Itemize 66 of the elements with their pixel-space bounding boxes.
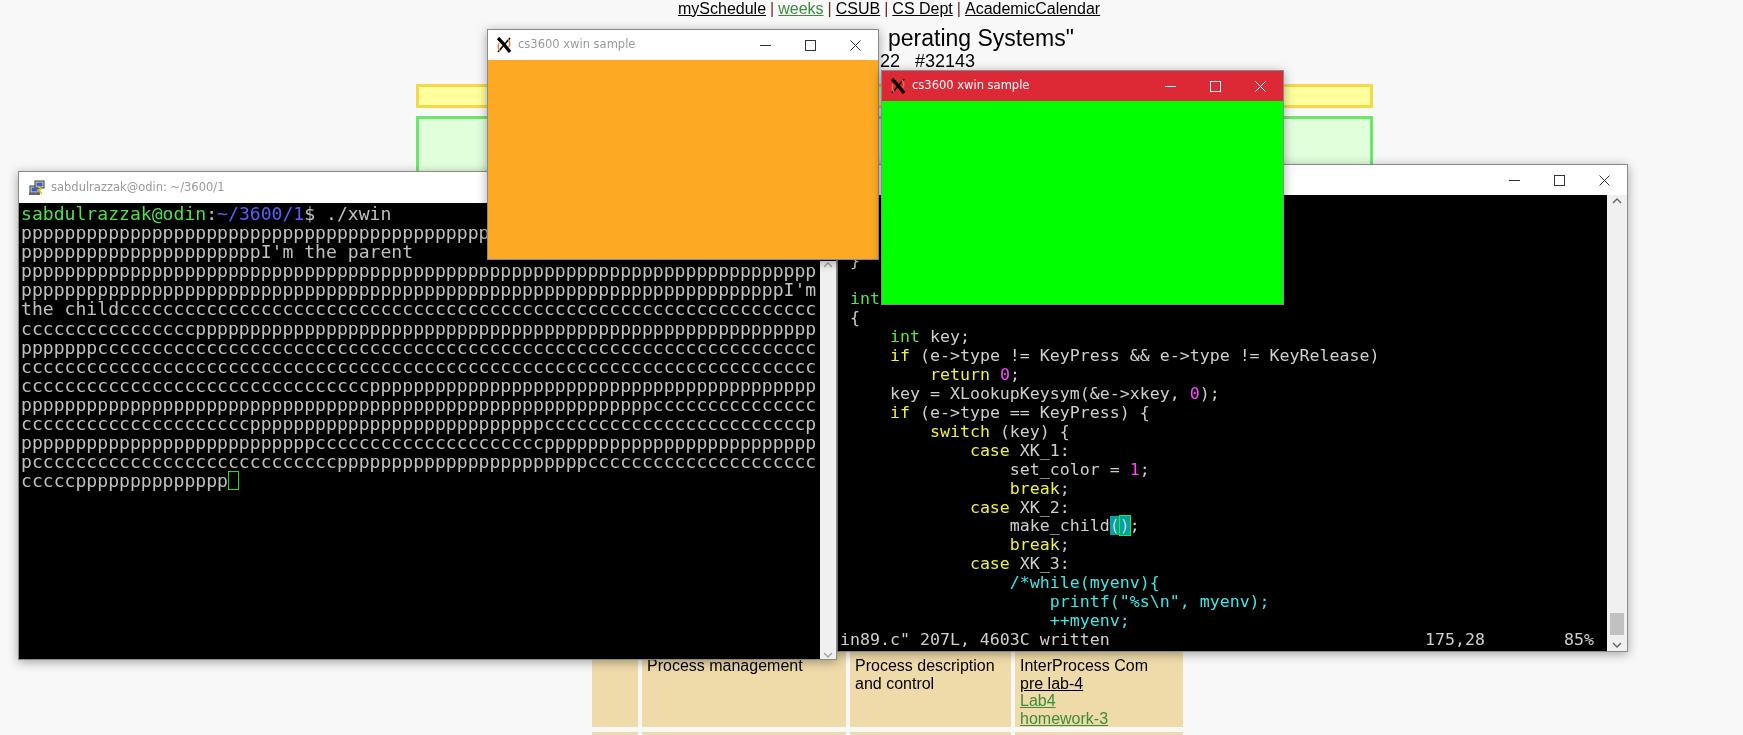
x-logo-icon xyxy=(495,36,512,54)
chevron-up-icon xyxy=(1612,197,1622,205)
terminal-line: the childcccccccccccccccccccccccccccccccccccccccccccccccccccccccccccccccc xyxy=(21,299,817,319)
nav-separator: | xyxy=(884,0,889,18)
x-logo-icon xyxy=(889,77,906,95)
nav-link[interactable]: mySchedule xyxy=(678,0,767,18)
maximize-icon xyxy=(805,39,816,51)
terminal-line: pppppppppppppppppppppppppppcccccccccccccccccccccppppppppppppppppppppppppp xyxy=(21,433,817,453)
monitor-icon xyxy=(29,179,45,196)
code-line: break; xyxy=(1009,479,1070,499)
terminal-line: ppppppppppppppppppppppppppppppppppppppppppp xyxy=(21,223,490,243)
code-line: case XK_1: xyxy=(969,441,1070,461)
nav-separator: | xyxy=(827,0,832,18)
terminal-line: ppppppppppppppppppppppppppppppppppppppppppppppppppppppppppppppppppppppppp xyxy=(21,261,817,281)
code-line: if (e->type != KeyPress && e->type != KeyRelease) xyxy=(889,347,1380,366)
cell-text: and control xyxy=(855,674,936,692)
cell-text: InterProcess Com xyxy=(1020,657,1150,675)
window-title: sabdulrazzak@odin: ~/3600/1 xyxy=(51,178,225,196)
terminal-line: ppppppppppppppppppppppI'm the parent xyxy=(21,242,414,262)
course-info: 22 #32143 xyxy=(880,51,976,71)
maximize-icon xyxy=(1210,80,1221,92)
nav-link[interactable]: CS Dept xyxy=(892,0,953,18)
chevron-down-icon xyxy=(1612,641,1622,649)
cell-link[interactable]: pre lab-4 xyxy=(1020,674,1084,692)
terminal-line: ccccccccccccccccppppppppppppppppppppppppppppppppppppppppppppppppppppppppp xyxy=(21,318,817,338)
cell-text: Process description xyxy=(855,657,996,675)
code-line: break; xyxy=(1009,536,1070,556)
terminal-line: ccccccccccccccccccccccccccccccccppppppppppppppppppppppppppppppppppppppppp xyxy=(21,375,817,395)
window-title: cs3600 xwin sample xyxy=(518,36,636,54)
terminal-line: sabdulrazzak@odin:~/3600/1$ ./xwin xyxy=(21,204,392,224)
close-icon xyxy=(1255,80,1266,92)
code-line: int key; xyxy=(889,328,970,347)
chevron-down-icon xyxy=(823,651,833,659)
maximize-icon xyxy=(1554,174,1565,186)
terminal-line: ppppppppppppppppppppppppppppppppppppppppppppppppppppppppppppppppppppppI'm xyxy=(21,280,817,300)
code-line: ++myenv; xyxy=(1049,612,1130,632)
cursor-position: 175,28 xyxy=(1425,630,1485,650)
code-line: make_child(); xyxy=(1009,517,1140,537)
page-title: perating Systems" xyxy=(888,24,1074,52)
close-icon xyxy=(850,39,861,51)
code-line: set_color = 1; xyxy=(1009,460,1150,480)
code-line: case XK_3: xyxy=(969,555,1070,575)
terminal-line: cccccpppppppppppppp xyxy=(21,471,228,491)
close-icon xyxy=(1599,174,1610,186)
nav-separator: | xyxy=(956,0,961,18)
code-line: switch (key) { xyxy=(929,422,1070,442)
terminal-line: cccccccccccccccccccccpppppppppppppppppppppppppppccccccccccccccccccccccccp xyxy=(21,414,817,434)
chevron-up-icon xyxy=(823,261,833,269)
scroll-thumb[interactable] xyxy=(1610,613,1624,635)
status-message: in89.c" 207L, 4603C written xyxy=(840,630,1110,650)
code-line: key = XLookupKeysym(&e->xkey, 0); xyxy=(889,384,1220,404)
code-line: { xyxy=(850,309,860,329)
nav-separator: | xyxy=(770,0,775,18)
nav-link[interactable]: CSUB xyxy=(835,0,881,18)
code-line: case XK_2: xyxy=(969,498,1070,518)
nav-link[interactable]: AcademicCalendar xyxy=(964,0,1101,18)
nav-link[interactable]: weeks xyxy=(778,0,824,18)
code-line: printf("%s\n", myenv); xyxy=(1049,593,1270,613)
code-line: return 0; xyxy=(929,365,1020,385)
cell-text: Process management xyxy=(647,657,804,675)
code-line: if (e->type == KeyPress) { xyxy=(889,403,1150,423)
window-title: cs3600 xwin sample xyxy=(912,77,1030,95)
terminal-line: pccccccccccccccccccccccccccccpppppppppppppppppppppppccccccccccccccccccccc xyxy=(21,452,817,472)
code-line: /*while(myenv){ xyxy=(1009,574,1160,594)
code-line: int xyxy=(850,290,880,310)
scroll-percent: 85% xyxy=(1564,631,1594,650)
